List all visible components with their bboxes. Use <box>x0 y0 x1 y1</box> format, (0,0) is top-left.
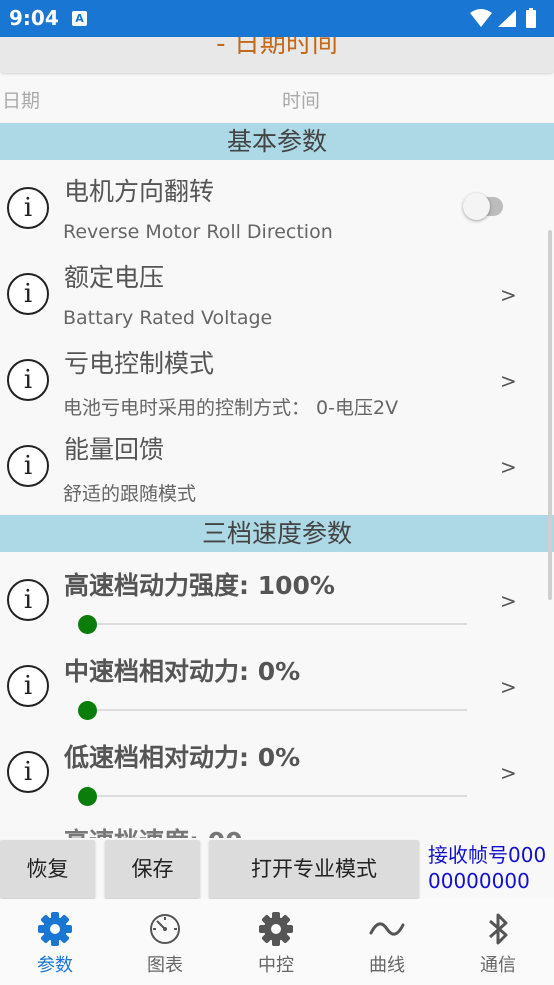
info-icon[interactable]: i <box>7 665 49 707</box>
energy-regen-row[interactable]: i 能量回馈 舒适的跟随模式 > <box>0 421 554 507</box>
nav-label: 通信 <box>480 955 516 976</box>
info-icon[interactable]: i <box>7 579 49 621</box>
date-time-title: - 日期时间 <box>216 37 338 59</box>
pro-mode-button[interactable]: 打开专业模式 <box>209 840 419 898</box>
row-title: 亏电控制模式 <box>64 349 215 378</box>
status-bar: 9:04 A <box>0 0 554 37</box>
nav-item-params[interactable]: 参数 <box>0 899 110 985</box>
row-title: 额定电压 <box>64 263 165 292</box>
partial-row-title: 高速档速度: 00 <box>64 822 243 838</box>
date-label: 日期 <box>2 90 41 112</box>
info-icon[interactable]: i <box>7 751 49 793</box>
nav-item-charts[interactable]: 图表 <box>110 899 220 985</box>
slider-track[interactable] <box>87 795 467 797</box>
chevron-right-icon[interactable]: > <box>500 761 517 785</box>
nav-label: 参数 <box>37 955 73 976</box>
high-speed-row[interactable]: i 高速档动力强度: 100% > <box>0 555 554 641</box>
section-basic-params: 基本参数 <box>0 123 554 160</box>
gear-icon <box>259 912 293 946</box>
info-icon[interactable]: i <box>7 359 49 401</box>
row-subtitle: 舒适的跟随模式 <box>63 483 197 505</box>
bluetooth-icon <box>489 913 508 945</box>
scrollbar[interactable] <box>548 230 552 600</box>
row-subtitle: Reverse Motor Roll Direction <box>63 221 333 243</box>
nav-label: 中控 <box>258 955 294 976</box>
info-icon[interactable]: i <box>7 187 49 229</box>
row-title: 中速档相对动力: 0% <box>64 657 301 686</box>
nav-item-curves[interactable]: 曲线 <box>332 899 442 985</box>
row-title: 电机方向翻转 <box>64 177 215 206</box>
rated-voltage-row[interactable]: i 额定电压 Battary Rated Voltage > <box>0 249 554 335</box>
chevron-right-icon[interactable]: > <box>500 455 517 479</box>
mid-speed-row[interactable]: i 中速档相对动力: 0% > <box>0 641 554 727</box>
date-time-header[interactable]: - 日期时间 <box>0 37 554 73</box>
chevron-right-icon[interactable]: > <box>500 675 517 699</box>
row-title: 低速档相对动力: 0% <box>64 743 301 772</box>
gauge-icon <box>150 914 180 944</box>
info-icon[interactable]: i <box>7 273 49 315</box>
status-icons <box>470 8 536 28</box>
nav-label: 曲线 <box>369 955 405 976</box>
receive-frame-text: 接收帧号00000000000 <box>428 843 547 893</box>
restore-button[interactable]: 恢复 <box>0 840 95 898</box>
bottom-nav: 参数 图表 中控 曲线 通信 <box>0 899 554 985</box>
save-button[interactable]: 保存 <box>105 840 200 898</box>
toggle-thumb[interactable] <box>463 193 490 220</box>
row-title: 能量回馈 <box>64 435 165 464</box>
chevron-right-icon[interactable]: > <box>500 283 517 307</box>
nav-item-comms[interactable]: 通信 <box>443 899 553 985</box>
slider-track[interactable] <box>87 709 467 711</box>
signal-icon <box>498 10 516 27</box>
slider-thumb[interactable] <box>78 701 97 720</box>
battery-icon <box>526 10 536 28</box>
info-icon[interactable]: i <box>7 445 49 487</box>
slider-track[interactable] <box>87 623 467 625</box>
gear-icon <box>38 912 72 946</box>
chevron-right-icon[interactable]: > <box>500 369 517 393</box>
section-three-speed: 三档速度参数 <box>0 515 554 552</box>
notification-icon: A <box>72 11 87 26</box>
slider-thumb[interactable] <box>78 615 97 634</box>
nav-label: 图表 <box>147 955 183 976</box>
row-subtitle: 电池亏电时采用的控制方式： 0-电压2V <box>63 397 399 419</box>
nav-item-central-control[interactable]: 中控 <box>221 899 331 985</box>
row-subtitle: Battary Rated Voltage <box>63 307 273 329</box>
wifi-icon <box>470 9 492 27</box>
row-title: 高速档动力强度: 100% <box>64 571 335 600</box>
slider-thumb[interactable] <box>78 787 97 806</box>
undervolt-mode-row[interactable]: i 亏电控制模式 电池亏电时采用的控制方式： 0-电压2V > <box>0 335 554 421</box>
chevron-right-icon[interactable]: > <box>500 589 517 613</box>
status-time: 9:04 <box>9 6 59 30</box>
wave-icon <box>369 922 405 936</box>
low-speed-row[interactable]: i 低速档相对动力: 0% > <box>0 727 554 813</box>
time-label: 时间 <box>282 90 321 112</box>
